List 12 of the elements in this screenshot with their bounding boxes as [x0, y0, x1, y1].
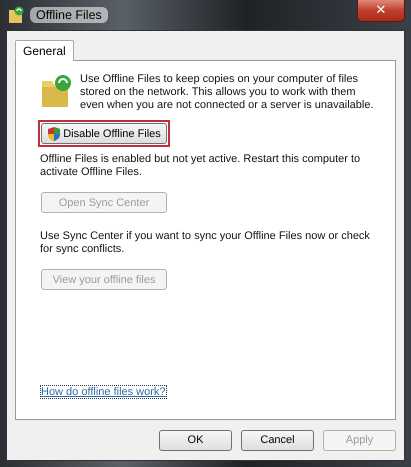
description-text: Use Offline Files to keep copies on your computer of files stored on the network. This allows you to work with them even when you are not connected or a server is unavailable.	[80, 73, 375, 112]
status-text: Use Sync Center if you want to sync your Offline Files now or check for sync conflicts.	[40, 230, 371, 256]
action-button[interactable]: Disable Offline Files	[41, 123, 167, 144]
dialog-button[interactable]: OK	[159, 430, 232, 450]
help-link[interactable]: How do offline files work?	[40, 385, 167, 399]
folder-sync-icon	[8, 6, 24, 24]
folder-sync-icon	[40, 73, 72, 109]
dialog-button[interactable]: Cancel	[241, 430, 314, 450]
window-title: Offline Files	[30, 7, 108, 23]
close-button[interactable]: ✕	[357, 0, 405, 22]
status-text: Offline Files is enabled but not yet active. Restart this computer to activate Offline Files.	[40, 153, 362, 179]
tab[interactable]: General	[15, 40, 74, 61]
